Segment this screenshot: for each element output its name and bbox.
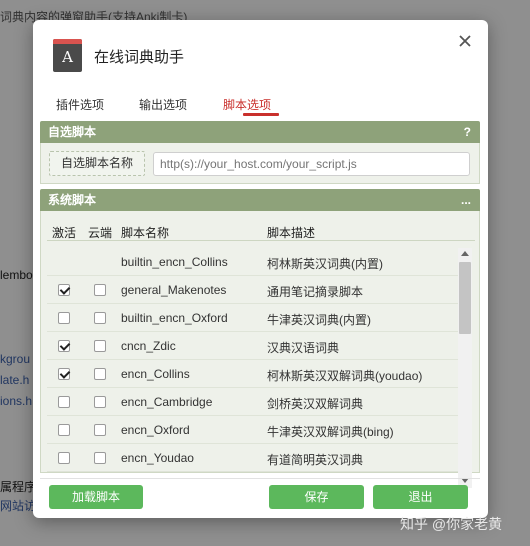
load-script-button[interactable]: 加载脚本 (49, 485, 143, 509)
dictionary-dialog: A 在线词典助手 插件选项 输出选项 脚本选项 自选脚本 ? 自选脚本名称 系统… (33, 20, 488, 518)
exit-button[interactable]: 退出 (373, 485, 468, 509)
scroll-up-icon[interactable] (461, 251, 469, 256)
script-description: 牛津英汉双解词典(bing) (267, 425, 394, 439)
cloud-checkbox[interactable] (94, 424, 106, 436)
more-options-icon[interactable]: ... (461, 189, 471, 211)
table-row: cncn_Zdic 汉典汉语词典 (47, 332, 458, 360)
close-button[interactable] (456, 32, 474, 50)
table-row: builtin_encn_Collins 柯林斯英汉词典(内置) (47, 248, 458, 276)
table-row: builtin_encn_Oxford 牛津英汉词典(内置) (47, 304, 458, 332)
table-row: encn_Oxford 牛津英汉双解词典(bing) (47, 416, 458, 444)
cloud-checkbox[interactable] (94, 452, 106, 464)
close-icon (459, 35, 471, 47)
script-description: 通用笔记摘录脚本 (267, 285, 364, 299)
cloud-checkbox[interactable] (94, 368, 106, 380)
active-checkbox[interactable] (58, 452, 70, 464)
tab-output-options[interactable]: 输出选项 (139, 96, 187, 113)
active-tab-indicator (243, 113, 279, 116)
custom-script-url-input[interactable] (153, 152, 470, 176)
active-checkbox[interactable] (58, 284, 70, 296)
watermark: 知乎 @你家老黄 (400, 516, 503, 532)
script-description: 汉典汉语词典 (267, 341, 340, 355)
tab-script-options[interactable]: 脚本选项 (223, 96, 271, 113)
script-name: encn_Oxford (121, 423, 190, 437)
script-name: encn_Cambridge (121, 395, 213, 409)
table-row: encn_Collins 柯林斯英汉双解词典(youdao) (47, 360, 458, 388)
script-description: 牛津英汉词典(内置) (267, 313, 371, 327)
script-description: 柯林斯英汉词典(内置) (267, 257, 383, 271)
table-row: general_Makenotes 通用笔记摘录脚本 (47, 276, 458, 304)
cloud-checkbox[interactable] (94, 396, 106, 408)
script-name: encn_Collins (121, 367, 190, 381)
table-row: encn_Cambridge 剑桥英汉双解词典 (47, 388, 458, 416)
script-name: cncn_Zdic (121, 339, 176, 353)
active-checkbox[interactable] (58, 312, 70, 324)
table-row: encn_Youdao 有道简明英汉词典 (47, 444, 458, 472)
script-name: general_Makenotes (121, 283, 227, 297)
script-list-scrollbar[interactable] (458, 248, 472, 488)
script-description: 柯林斯英汉双解词典(youdao) (267, 369, 423, 383)
system-scripts-header: 系统脚本 ... (40, 189, 480, 211)
help-icon[interactable]: ? (464, 121, 471, 143)
custom-script-name-button[interactable]: 自选脚本名称 (49, 151, 145, 176)
active-checkbox[interactable] (58, 396, 70, 408)
cloud-checkbox[interactable] (94, 340, 106, 352)
cloud-checkbox[interactable] (94, 284, 106, 296)
script-description: 剑桥英汉双解词典 (267, 397, 364, 411)
header-divider (47, 240, 475, 241)
dialog-header: A 在线词典助手 (33, 20, 488, 90)
cloud-checkbox[interactable] (94, 312, 106, 324)
footer-divider (40, 478, 480, 479)
dictionary-app-icon: A (53, 39, 82, 72)
active-checkbox[interactable] (58, 340, 70, 352)
tab-plugin-options[interactable]: 插件选项 (56, 96, 104, 113)
active-checkbox[interactable] (58, 368, 70, 380)
script-name: builtin_encn_Collins (121, 255, 228, 269)
script-description: 有道简明英汉词典 (267, 453, 364, 467)
script-list: builtin_encn_Collins 柯林斯英汉词典(内置) general_M… (47, 248, 458, 488)
dialog-title: 在线词典助手 (94, 49, 185, 66)
scrollbar-thumb[interactable] (459, 262, 471, 334)
script-name: encn_Youdao (121, 451, 194, 465)
active-checkbox[interactable] (58, 424, 70, 436)
script-name: builtin_encn_Oxford (121, 311, 228, 325)
save-button[interactable]: 保存 (269, 485, 364, 509)
custom-scripts-header: 自选脚本 ? (40, 121, 480, 143)
